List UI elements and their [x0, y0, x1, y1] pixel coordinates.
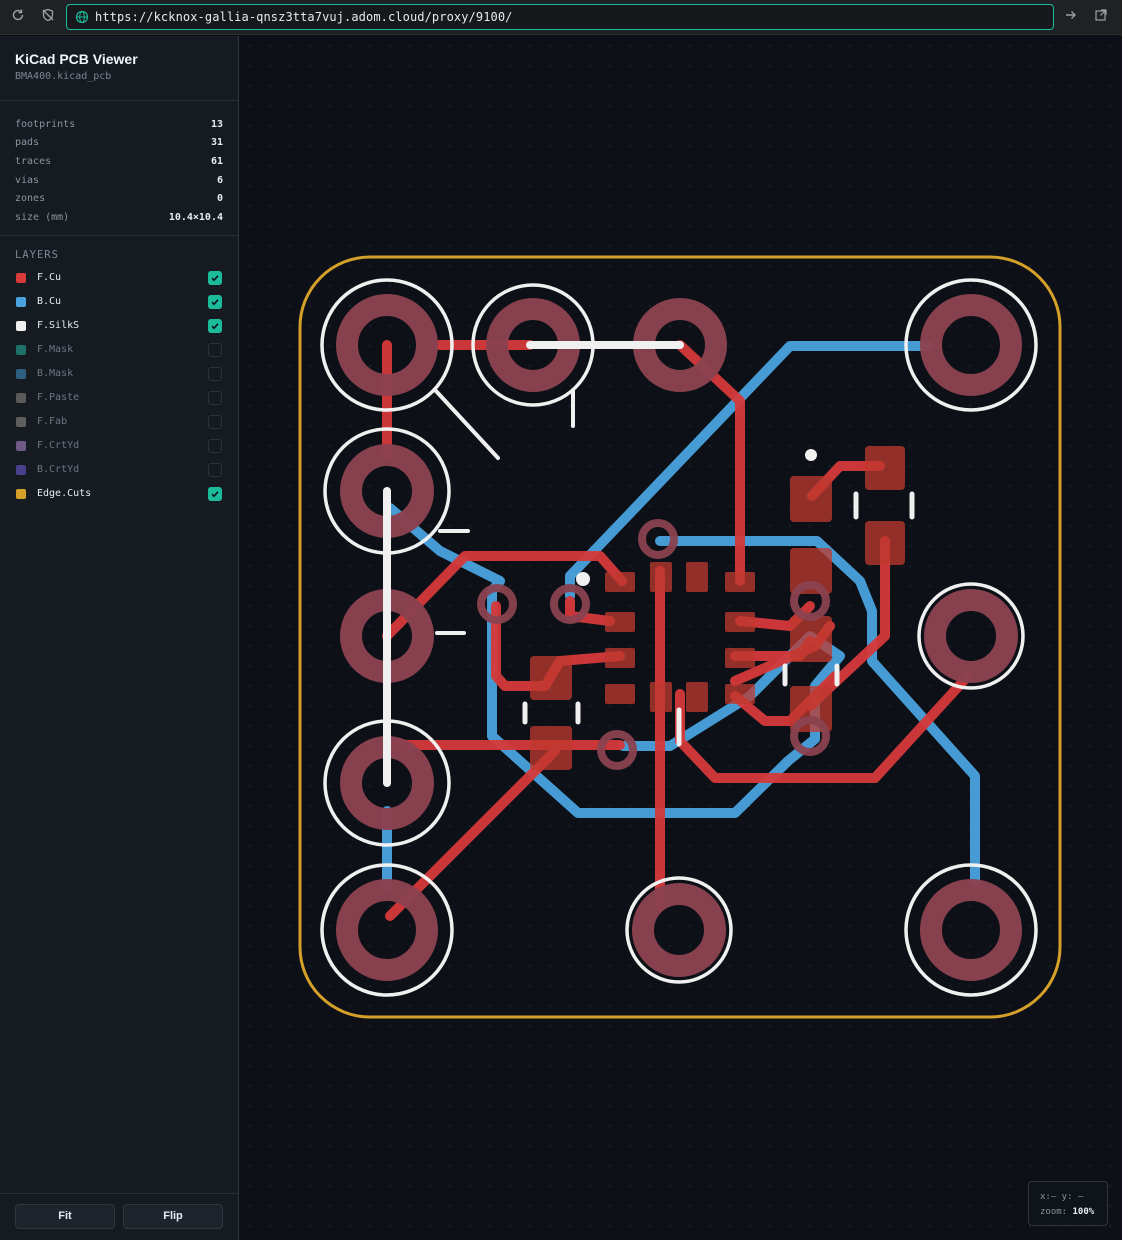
layer-row-f-crtyd[interactable]: F.CrtYd — [0, 434, 238, 458]
stat-value: 10.4×10.4 — [168, 211, 223, 223]
file-name: BMA400.kicad_pcb — [15, 71, 112, 82]
open-external-icon[interactable] — [1092, 8, 1110, 26]
coords-text: x:— y: — — [1040, 1192, 1084, 1202]
stat-label: pads — [15, 137, 40, 149]
layer-visibility-checkbox[interactable] — [208, 486, 222, 501]
stat-label: vias — [15, 174, 40, 186]
layer-row-f-mask[interactable]: F.Mask — [0, 338, 238, 362]
stat-zones: zones 0 — [15, 189, 223, 208]
zoom-readout: zoom: 100% — [1040, 1205, 1107, 1220]
browser-toolbar: https://kcknox-gallia-qnsz3tta7vuj.adom.… — [0, 0, 1122, 35]
layer-name: B.Cu — [37, 296, 62, 308]
layer-name: F.Paste — [37, 392, 80, 404]
layer-color-swatch — [16, 296, 26, 307]
layer-visibility-checkbox[interactable] — [208, 414, 222, 429]
stats-panel: footprints 13 pads 31 traces 61 vias 6 zones… — [0, 101, 238, 236]
layer-row-f-fab[interactable]: F.Fab — [0, 410, 238, 434]
coordinate-readout: x:— y: — zoom: 100% — [1028, 1181, 1108, 1226]
layer-name: B.Mask — [37, 368, 74, 380]
layer-name: F.Fab — [37, 416, 68, 428]
url-bar[interactable]: https://kcknox-gallia-qnsz3tta7vuj.adom.… — [66, 4, 1054, 30]
layer-row-edge-cuts[interactable]: Edge.Cuts — [0, 482, 238, 506]
layers-heading: LAYERS — [15, 248, 59, 261]
stat-value: 61 — [210, 155, 223, 167]
layer-row-f-cu[interactable]: F.Cu — [0, 266, 238, 290]
layer-row-b-mask[interactable]: B.Mask — [0, 362, 238, 386]
layer-visibility-checkbox[interactable] — [208, 438, 222, 453]
layer-row-b-crtyd[interactable]: B.CrtYd — [0, 458, 238, 482]
layer-color-swatch — [16, 272, 26, 283]
stat-footprints: footprints 13 — [15, 115, 223, 134]
stat-vias: vias 6 — [15, 171, 223, 190]
flip-button[interactable]: Flip — [123, 1204, 223, 1229]
layer-visibility-checkbox[interactable] — [208, 318, 222, 333]
layer-name: F.Cu — [37, 272, 62, 284]
stat-label: zones — [15, 193, 46, 205]
layer-color-swatch — [16, 464, 26, 475]
layer-list: F.Cu B.Cu F.SilkS F.Mask B.Mask F.Paste F.Fab F… — [0, 266, 238, 506]
stat-label: traces — [15, 155, 52, 167]
check-icon — [211, 298, 219, 305]
shield-icon[interactable] — [39, 8, 57, 26]
layer-row-b-cu[interactable]: B.Cu — [0, 290, 238, 314]
layer-name: F.CrtYd — [37, 440, 80, 452]
layer-visibility-checkbox[interactable] — [208, 390, 222, 405]
stat-value: 31 — [210, 137, 223, 149]
layer-visibility-checkbox[interactable] — [208, 366, 222, 381]
layer-visibility-checkbox[interactable] — [208, 342, 222, 357]
layer-visibility-checkbox[interactable] — [208, 462, 222, 477]
check-icon — [211, 274, 219, 281]
fit-button[interactable]: Fit — [15, 1204, 115, 1229]
sidebar: KiCad PCB Viewer BMA400.kicad_pcb footpr… — [0, 36, 239, 1240]
ic-pin1-dot — [576, 572, 590, 586]
stat-size: size (mm) 10.4×10.4 — [15, 208, 223, 227]
layer-color-swatch — [16, 416, 26, 427]
layer-row-f-paste[interactable]: F.Paste — [0, 386, 238, 410]
layer-name: F.Mask — [37, 344, 74, 356]
sidebar-header: KiCad PCB Viewer BMA400.kicad_pcb — [0, 36, 238, 101]
globe-icon — [75, 10, 89, 24]
zoom-value: 100% — [1072, 1207, 1095, 1217]
stat-value: 0 — [216, 193, 223, 205]
layer-color-swatch — [16, 488, 26, 499]
layer-visibility-checkbox[interactable] — [208, 270, 222, 285]
stat-label: size (mm) — [15, 211, 70, 223]
stat-value: 6 — [216, 174, 223, 186]
layer-color-swatch — [16, 440, 26, 451]
stat-traces: traces 61 — [15, 152, 223, 171]
app-title: KiCad PCB Viewer — [15, 51, 138, 67]
silk-dot — [805, 449, 817, 461]
zoom-label: zoom: — [1040, 1207, 1068, 1217]
layer-color-swatch — [16, 344, 26, 355]
layer-name: B.CrtYd — [37, 464, 80, 476]
forward-icon[interactable] — [1062, 8, 1080, 26]
layer-color-swatch — [16, 392, 26, 403]
layer-name: F.SilkS — [37, 320, 80, 332]
reload-icon[interactable] — [9, 8, 27, 26]
pcb-canvas[interactable]: x:— y: — zoom: 100% — [240, 36, 1122, 1240]
layer-color-swatch — [16, 320, 26, 331]
check-icon — [211, 490, 219, 497]
stat-pads: pads 31 — [15, 134, 223, 153]
layer-color-swatch — [16, 368, 26, 379]
layer-visibility-checkbox[interactable] — [208, 294, 222, 309]
pcb-board[interactable] — [240, 36, 1122, 1240]
layer-row-f-silks[interactable]: F.SilkS — [0, 314, 238, 338]
url-text: https://kcknox-gallia-qnsz3tta7vuj.adom.… — [95, 10, 513, 24]
layer-name: Edge.Cuts — [37, 488, 92, 500]
stat-value: 13 — [210, 118, 223, 130]
stat-label: footprints — [15, 118, 76, 130]
check-icon — [211, 322, 219, 329]
sidebar-footer: Fit Flip — [0, 1193, 238, 1240]
